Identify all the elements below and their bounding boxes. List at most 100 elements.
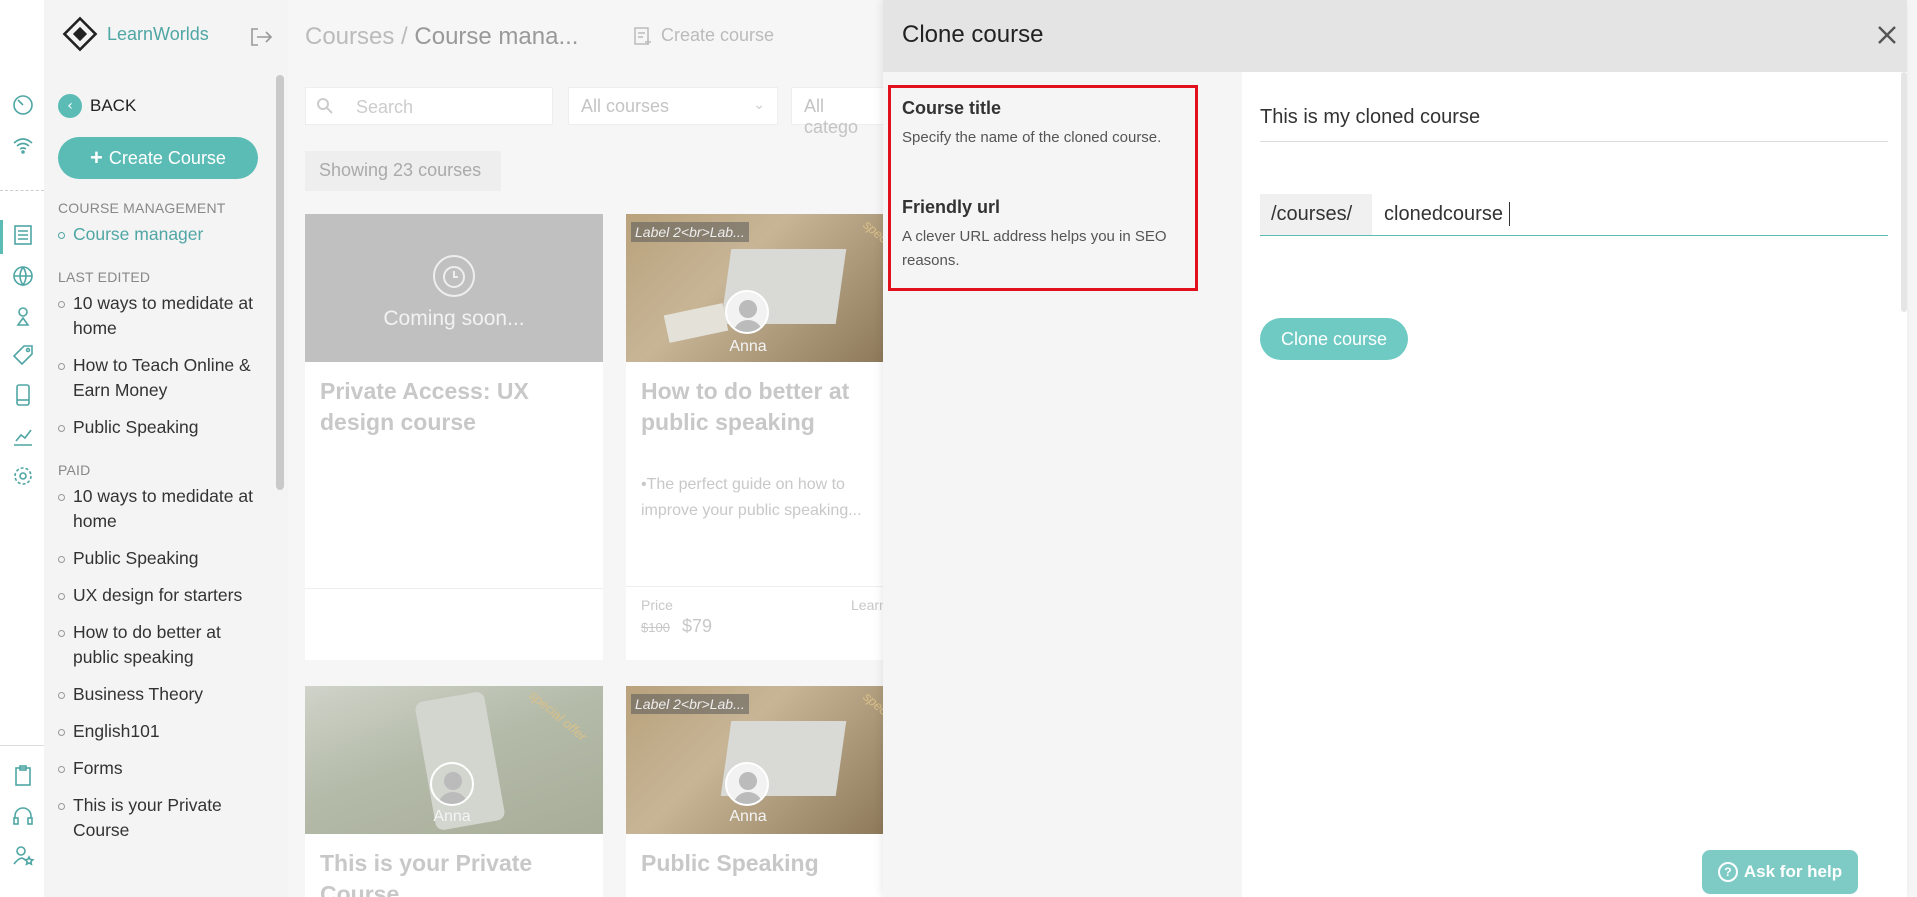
panel-header: Clone course xyxy=(883,0,1907,72)
breadcrumb: Courses / Course mana... xyxy=(305,23,578,51)
close-icon[interactable] xyxy=(1876,24,1898,46)
help-icon: ? xyxy=(1717,862,1738,882)
form-fields: This is my cloned course /courses/ clone… xyxy=(1242,72,1907,897)
text-caret xyxy=(1509,202,1510,226)
breadcrumb-root[interactable]: Courses xyxy=(305,23,394,50)
breadcrumb-current: Course mana... xyxy=(414,23,579,50)
course-card[interactable]: special offer Anna This is your Private … xyxy=(305,686,603,897)
sidebar-item-course[interactable]: Forms xyxy=(58,756,268,781)
create-course-button[interactable]: + Create Course xyxy=(58,137,258,179)
sidebar-item-course[interactable]: Public Speaking xyxy=(58,546,268,571)
coming-soon-text: Coming soon... xyxy=(383,307,525,330)
course-card[interactable]: Label 2<br>Lab... spec Anna How to do be… xyxy=(626,214,883,660)
search-input[interactable]: Search xyxy=(305,87,553,125)
course-title[interactable]: This is your Private Course xyxy=(320,848,580,897)
rail-divider-bottom xyxy=(0,745,44,746)
author-name: Anna xyxy=(433,808,471,825)
course-card[interactable]: Coming soon... Private Access: UX design… xyxy=(305,214,603,660)
clipboard-icon[interactable] xyxy=(10,763,36,789)
friendly-url-description: A clever URL address helps you in SEO re… xyxy=(902,228,1167,269)
sidebar-item-course[interactable]: 10 ways to medidate at home xyxy=(58,291,268,341)
sidebar-list: COURSE MANAGEMENT Course manager LAST ED… xyxy=(58,200,268,855)
price-label: Price xyxy=(641,597,673,613)
course-title-input[interactable]: This is my cloned course xyxy=(1260,102,1888,142)
author-name: Anna xyxy=(729,808,767,825)
course-card[interactable]: Label 2<br>Lab... spec Anna Public Speak… xyxy=(626,686,883,897)
courses-icon[interactable] xyxy=(10,222,36,248)
avatar xyxy=(430,762,474,806)
clone-course-button[interactable]: Clone course xyxy=(1260,318,1408,360)
sidebar-item-course[interactable]: 10 ways to medidate at home xyxy=(58,484,268,534)
gear-icon[interactable] xyxy=(10,463,36,489)
clone-course-panel: Clone course Course title Specify the na… xyxy=(883,0,1907,897)
course-title[interactable]: How to do better at public speaking xyxy=(641,376,883,438)
sidebar-item-course[interactable]: This is your Private Course xyxy=(58,793,268,843)
card-footer-divider xyxy=(626,586,883,587)
create-course-link[interactable]: Create course xyxy=(633,25,774,46)
friendly-url-label: Friendly url xyxy=(902,197,1001,217)
avatar xyxy=(725,290,769,334)
courses-filter-select[interactable]: All courses ⌄ xyxy=(568,87,778,125)
tag-icon[interactable] xyxy=(10,342,36,368)
panel-scrollbar[interactable] xyxy=(1901,72,1907,312)
wifi-icon[interactable] xyxy=(10,132,36,158)
course-title[interactable]: Public Speaking xyxy=(641,848,883,879)
avatar xyxy=(725,762,769,806)
brand-name: LearnWorlds xyxy=(107,24,209,44)
speedometer-icon[interactable] xyxy=(10,92,36,118)
globe-icon[interactable] xyxy=(10,263,36,289)
price: $79 xyxy=(682,616,713,636)
active-indicator xyxy=(0,220,3,254)
url-prefix: /courses/ xyxy=(1260,194,1372,235)
rail-divider xyxy=(0,190,44,191)
sidebar-item-course-manager[interactable]: Course manager xyxy=(58,222,268,247)
back-button[interactable]: ‹ BACK xyxy=(58,94,136,118)
back-label: BACK xyxy=(90,96,137,115)
course-label-badge: Label 2<br>Lab... xyxy=(631,222,749,242)
analytics-icon[interactable] xyxy=(10,423,36,449)
author-name: Anna xyxy=(729,338,767,355)
search-placeholder: Search xyxy=(356,97,414,117)
panel-title: Clone course xyxy=(902,21,1044,48)
section-heading: LAST EDITED xyxy=(58,269,151,285)
learnworlds-logo-icon[interactable] xyxy=(62,16,98,52)
ask-for-help-label: Ask for help xyxy=(1743,862,1843,881)
course-description: •The perfect guide on how to improve you… xyxy=(641,476,862,519)
sidebar-item-course[interactable]: English101 xyxy=(58,719,268,744)
old-price: $100 xyxy=(641,620,670,635)
card-footer-divider xyxy=(305,588,603,589)
sidebar-item-course[interactable]: UX design for starters xyxy=(58,583,268,608)
section-heading: PAID xyxy=(58,462,91,478)
course-title-description: Specify the name of the cloned course. xyxy=(902,129,1162,146)
ask-for-help-button[interactable]: ? Ask for help xyxy=(1702,850,1858,894)
breadcrumb-separator: / xyxy=(394,23,415,50)
sidebar-item-course[interactable]: Business Theory xyxy=(58,682,268,707)
user-icon[interactable] xyxy=(10,303,36,329)
course-title-label: Course title xyxy=(902,98,1002,118)
sidebar-item-course[interactable]: How to Teach Online & Earn Money xyxy=(58,353,268,403)
user-star-icon[interactable] xyxy=(10,843,36,869)
course-count: Showing 23 courses xyxy=(305,151,501,191)
sidebar-item-course[interactable]: Public Speaking xyxy=(58,415,268,440)
sidebar-item-course[interactable]: How to do better at public speaking xyxy=(58,620,268,670)
mobile-icon[interactable] xyxy=(10,382,36,408)
create-course-label: Create Course xyxy=(108,147,226,168)
category-filter-select[interactable]: All catego xyxy=(791,87,891,137)
chevron-left-icon: ‹ xyxy=(58,94,82,118)
learn-link[interactable]: Learn xyxy=(851,597,883,613)
section-heading: COURSE MANAGEMENT xyxy=(58,200,226,216)
logout-icon[interactable] xyxy=(249,27,273,47)
friendly-url-field[interactable]: /courses/ clonedcourse xyxy=(1260,194,1888,236)
headset-icon[interactable] xyxy=(10,803,36,829)
course-label-badge: Label 2<br>Lab... xyxy=(631,694,749,714)
course-title[interactable]: Private Access: UX design course xyxy=(320,376,580,438)
courses-filter-value: All courses xyxy=(581,96,670,116)
field-descriptions: Course title Specify the name of the clo… xyxy=(883,72,1242,897)
create-course-link-label: Create course xyxy=(661,25,775,45)
sidebar: LearnWorlds ‹ BACK + Create Course COURS… xyxy=(44,0,288,897)
chevron-down-icon: ⌄ xyxy=(753,96,765,112)
friendly-url-input[interactable]: clonedcourse xyxy=(1384,203,1503,226)
category-filter-value: All catego xyxy=(804,96,859,137)
add-document-icon xyxy=(634,26,651,45)
sidebar-scrollbar[interactable] xyxy=(276,75,284,490)
